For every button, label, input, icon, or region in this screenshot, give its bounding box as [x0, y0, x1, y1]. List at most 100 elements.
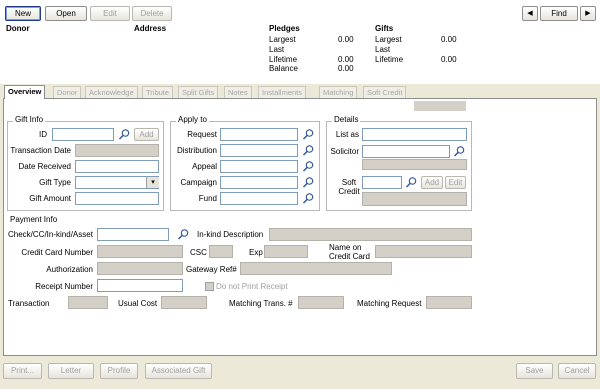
- gift-info-title: Gift Info: [13, 115, 46, 124]
- date-received-input[interactable]: [75, 160, 159, 173]
- donor-label: Donor: [6, 24, 30, 33]
- distribution-search-icon[interactable]: [302, 144, 315, 157]
- campaign-search-icon[interactable]: [302, 176, 315, 189]
- transaction-label: Transaction: [8, 299, 50, 308]
- tab-tribute[interactable]: Tribute: [142, 86, 174, 98]
- associated-gift-button[interactable]: Associated Gift: [145, 363, 212, 379]
- exp-label: Exp: [249, 248, 263, 257]
- soft-credit-input[interactable]: [362, 176, 402, 189]
- appeal-label: Appeal: [192, 162, 217, 171]
- usual-cost-field: [161, 296, 207, 309]
- receipt-number-input[interactable]: [97, 279, 183, 292]
- matching-request-label: Matching Request: [357, 299, 422, 308]
- gifts-largest-value: 0.00: [441, 35, 457, 44]
- gift-amount-label: Gift Amount: [29, 194, 71, 203]
- fund-input[interactable]: [220, 192, 298, 205]
- print-button[interactable]: Print...: [3, 363, 42, 379]
- edit-button[interactable]: Edit: [90, 6, 130, 21]
- check-search-icon[interactable]: [177, 228, 190, 241]
- list-as-label: List as: [335, 130, 359, 139]
- tab-overview[interactable]: Overview: [4, 85, 46, 99]
- solicitor-search-icon[interactable]: [453, 145, 466, 158]
- request-input[interactable]: [220, 128, 298, 141]
- tab-acknowledge[interactable]: Acknowledge: [85, 86, 138, 98]
- campaign-input[interactable]: [220, 176, 298, 189]
- transaction-date-label: Transaction Date: [10, 146, 71, 155]
- pledges-title: Pledges: [269, 24, 300, 33]
- check-cc-input[interactable]: [97, 228, 169, 241]
- tab-notes[interactable]: Notes: [224, 86, 252, 98]
- fund-search-icon[interactable]: [302, 192, 315, 205]
- list-as-input[interactable]: [362, 128, 467, 141]
- gateway-ref-label: Gateway Ref#: [186, 265, 237, 274]
- authorization-label: Authorization: [46, 265, 93, 274]
- cancel-button[interactable]: Cancel: [558, 363, 596, 379]
- next-record-button[interactable]: ▶: [580, 6, 596, 21]
- id-input[interactable]: [52, 128, 114, 141]
- authorization-field: [97, 262, 183, 275]
- appeal-input[interactable]: [220, 160, 298, 173]
- matching-trans-label: Matching Trans. #: [229, 299, 293, 308]
- tab-matching[interactable]: Matching: [319, 86, 358, 98]
- solicitor-detail-field: [362, 159, 467, 170]
- soft-credit-add-button[interactable]: Add: [421, 176, 443, 189]
- gift-type-label: Gift Type: [39, 178, 71, 187]
- pledges-balance-value: 0.00: [338, 64, 354, 73]
- solicitor-label: Solicitor: [330, 147, 359, 156]
- distribution-label: Distribution: [176, 146, 217, 155]
- address-label: Address: [134, 24, 167, 33]
- soft-credit-search-icon[interactable]: [405, 176, 418, 189]
- letter-button[interactable]: Letter: [48, 363, 94, 379]
- distribution-input[interactable]: [220, 144, 298, 157]
- request-search-icon[interactable]: [302, 128, 315, 141]
- pledges-largest-value: 0.00: [338, 35, 354, 44]
- delete-button[interactable]: Delete: [132, 6, 172, 21]
- status-indicator: [414, 101, 466, 111]
- pledges-lifetime-label: Lifetime: [269, 55, 298, 64]
- gift-amount-input[interactable]: [75, 192, 159, 205]
- profile-button[interactable]: Profile: [100, 363, 138, 379]
- pledges-last-label: Last: [269, 45, 285, 54]
- details-title: Details: [332, 115, 361, 124]
- name-on-card-label: Name on Credit Card: [329, 243, 370, 261]
- fund-label: Fund: [198, 194, 217, 203]
- no-receipt-checkbox[interactable]: [205, 282, 214, 291]
- csc-field: [209, 245, 233, 258]
- chevron-down-icon[interactable]: ▾: [146, 177, 159, 188]
- tab-soft-credit[interactable]: Soft Credit: [363, 86, 407, 98]
- id-label: ID: [39, 130, 47, 139]
- payment-info-title: Payment Info: [10, 215, 58, 224]
- save-button[interactable]: Save: [516, 363, 553, 379]
- open-button[interactable]: Open: [45, 6, 87, 21]
- tab-split-gifts[interactable]: Split Gifts: [178, 86, 219, 98]
- inkind-description-field: [269, 228, 472, 241]
- gateway-ref-field: [240, 262, 392, 275]
- date-received-label: Date Received: [18, 162, 71, 171]
- soft-credit-edit-button[interactable]: Edit: [445, 176, 466, 189]
- cc-number-field: [97, 245, 183, 258]
- csc-label: CSC: [190, 248, 207, 257]
- gifts-largest-label: Largest: [375, 35, 402, 44]
- pledges-largest-label: Largest: [269, 35, 296, 44]
- new-button[interactable]: New: [5, 6, 41, 21]
- name-on-card-field: [375, 245, 472, 258]
- soft-credit-list: [362, 192, 467, 206]
- no-receipt-label: Do not Print Receipt: [216, 282, 288, 291]
- exp-field: [264, 245, 308, 258]
- matching-request-field: [426, 296, 472, 309]
- matching-trans-field: [298, 296, 344, 309]
- appeal-search-icon[interactable]: [302, 160, 315, 173]
- id-add-button[interactable]: Add: [134, 128, 159, 141]
- solicitor-input[interactable]: [362, 145, 450, 158]
- pledges-balance-label: Balance: [269, 64, 298, 73]
- cc-number-label: Credit Card Number: [21, 248, 93, 257]
- pledges-lifetime-value: 0.00: [338, 55, 354, 64]
- prev-record-button[interactable]: ◀: [522, 6, 538, 21]
- gifts-title: Gifts: [375, 24, 394, 33]
- tab-installments[interactable]: Installments: [258, 86, 307, 98]
- transaction-date-field: [75, 144, 159, 157]
- find-button[interactable]: Find: [540, 6, 578, 21]
- tab-donor[interactable]: Donor: [53, 86, 82, 98]
- id-search-icon[interactable]: [118, 128, 131, 141]
- soft-credit-label: Soft Credit: [338, 178, 360, 196]
